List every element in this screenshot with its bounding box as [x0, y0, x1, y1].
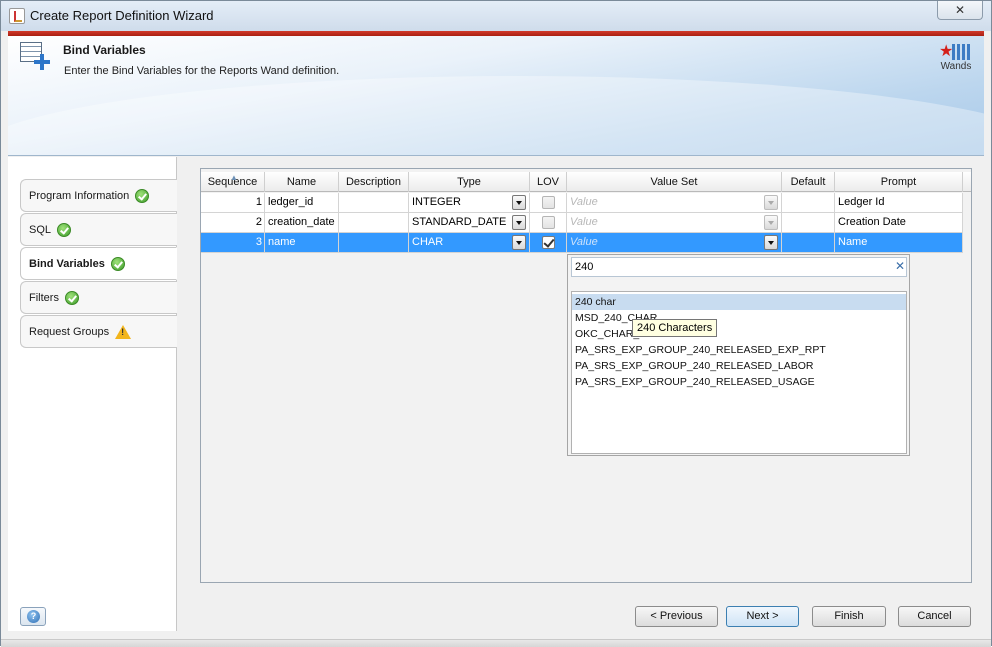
nav-item-sql[interactable]: SQL [20, 213, 177, 246]
list-item[interactable]: OKC_CHAR_240 [572, 326, 906, 342]
cell-default[interactable] [782, 193, 835, 213]
cell-type[interactable]: INTEGER [409, 193, 530, 213]
column-header-sequence[interactable]: ▲ Sequence [201, 172, 265, 192]
type-dropdown-button[interactable] [512, 235, 526, 250]
value-set-popup: 240 ✕ 240 char MSD_240_CHAR OKC_CHAR_240… [567, 254, 910, 456]
bars-icon [952, 44, 970, 60]
cell-prompt[interactable]: Ledger Id [835, 193, 963, 213]
list-item[interactable]: 240 char [572, 294, 906, 310]
nav-item-label: Bind Variables [29, 257, 105, 270]
type-value: INTEGER [412, 196, 461, 208]
cell-default[interactable] [782, 233, 835, 253]
check-icon [135, 188, 150, 203]
nav-item-program-information[interactable]: Program Information [20, 179, 177, 212]
nav-item-label: Request Groups [29, 325, 110, 338]
table-row-selected[interactable]: 3 name CHAR Value Name [201, 233, 963, 253]
sort-ascending-icon: ▲ [230, 173, 238, 182]
wizard-header: Bind Variables Enter the Bind Variables … [8, 36, 984, 156]
cell-prompt[interactable]: Creation Date [835, 213, 963, 233]
cell-name[interactable]: name [265, 233, 339, 253]
column-header-name[interactable]: Name [265, 172, 339, 192]
lov-checkbox-checked[interactable] [542, 236, 555, 249]
cell-lov [530, 233, 567, 253]
next-button[interactable]: Next > [726, 606, 799, 627]
lov-checkbox[interactable] [542, 196, 555, 209]
cell-sequence: 2 [201, 213, 265, 233]
cell-name[interactable]: creation_date [265, 213, 339, 233]
clear-search-icon[interactable]: ✕ [893, 258, 907, 276]
wands-logo-label: Wands [940, 61, 972, 72]
type-dropdown-button[interactable] [512, 215, 526, 230]
wands-logo: ★ Wands [936, 42, 976, 76]
nav-item-label: SQL [29, 223, 52, 236]
list-item[interactable]: PA_SRS_EXP_GROUP_240_RELEASED_USAGE [572, 374, 906, 390]
value-set-dropdown-button[interactable] [764, 195, 778, 210]
window-title: Create Report Definition Wizard [30, 8, 214, 23]
column-header-default[interactable]: Default [782, 172, 835, 192]
value-set-placeholder: Value [570, 236, 598, 248]
search-text: 240 [575, 261, 594, 273]
nav-item-label: Filters [29, 291, 59, 304]
nav-item-label: Program Information [29, 189, 130, 202]
list-item[interactable]: MSD_240_CHAR [572, 310, 906, 326]
type-value: STANDARD_DATE [412, 216, 507, 228]
column-header-value-set[interactable]: Value Set [567, 172, 782, 192]
warning-icon [115, 324, 132, 339]
list-item[interactable]: PA_SRS_EXP_GROUP_240_RELEASED_LABOR [572, 358, 906, 374]
type-value: CHAR [412, 236, 444, 248]
check-icon [110, 256, 125, 271]
page-subtitle: Enter the Bind Variables for the Reports… [64, 65, 340, 77]
value-set-options-list[interactable]: 240 char MSD_240_CHAR OKC_CHAR_240 PA_SR… [571, 291, 907, 454]
value-set-search-input[interactable]: 240 ✕ [571, 257, 907, 277]
cell-lov [530, 193, 567, 213]
column-header-description[interactable]: Description [339, 172, 409, 192]
cell-lov [530, 213, 567, 233]
grid-plus-icon [20, 42, 50, 70]
title-bar[interactable]: Create Report Definition Wizard ✕ [1, 1, 991, 31]
list-item[interactable]: PA_SRS_EXP_GROUP_240_RELEASED_EXP_RPT [572, 342, 906, 358]
header-decoration [8, 76, 984, 155]
cell-value-set[interactable]: Value [567, 213, 782, 233]
type-dropdown-button[interactable] [512, 195, 526, 210]
wizard-steps: Program Information SQL Bind Variables F… [8, 157, 177, 631]
java-app-icon [9, 8, 25, 24]
option-tooltip: 240 Characters [632, 319, 718, 337]
table-row[interactable]: 2 creation_date STANDARD_DATE Value Crea… [201, 213, 963, 233]
cell-value-set[interactable]: Value [567, 193, 782, 213]
cell-type[interactable]: CHAR [409, 233, 530, 253]
cell-description[interactable] [339, 213, 409, 233]
nav-item-filters[interactable]: Filters [20, 281, 177, 314]
column-header-lov[interactable]: LOV [530, 172, 567, 192]
cell-type[interactable]: STANDARD_DATE [409, 213, 530, 233]
value-set-dropdown-button[interactable] [764, 235, 778, 250]
cell-prompt[interactable]: Name [835, 233, 963, 253]
cell-description[interactable] [339, 233, 409, 253]
finish-button[interactable]: Finish [812, 606, 886, 627]
cell-value-set[interactable]: Value [567, 233, 782, 253]
cell-sequence: 1 [201, 193, 265, 213]
help-icon: ? [27, 610, 40, 623]
close-button[interactable]: ✕ [937, 1, 983, 20]
page-title: Bind Variables [63, 43, 146, 57]
table-header: ▲ Sequence Name Description Type LOV Val… [201, 172, 971, 192]
cell-sequence: 3 [201, 233, 265, 253]
column-header-prompt[interactable]: Prompt [835, 172, 963, 192]
check-icon [64, 290, 79, 305]
value-set-placeholder: Value [570, 196, 598, 208]
cell-default[interactable] [782, 213, 835, 233]
previous-button[interactable]: < Previous [635, 606, 718, 627]
cancel-button[interactable]: Cancel [898, 606, 971, 627]
table-row[interactable]: 1 ledger_id INTEGER Value Ledger Id [201, 193, 963, 213]
nav-item-bind-variables[interactable]: Bind Variables [20, 247, 177, 280]
cell-description[interactable] [339, 193, 409, 213]
column-header-type[interactable]: Type [409, 172, 530, 192]
lov-checkbox[interactable] [542, 216, 555, 229]
value-set-dropdown-button[interactable] [764, 215, 778, 230]
value-set-placeholder: Value [570, 216, 598, 228]
check-icon [57, 222, 72, 237]
wizard-window: Create Report Definition Wizard ✕ Bind V… [0, 0, 992, 647]
help-button[interactable]: ? [20, 607, 46, 626]
nav-item-request-groups[interactable]: Request Groups [20, 315, 177, 348]
cell-name[interactable]: ledger_id [265, 193, 339, 213]
